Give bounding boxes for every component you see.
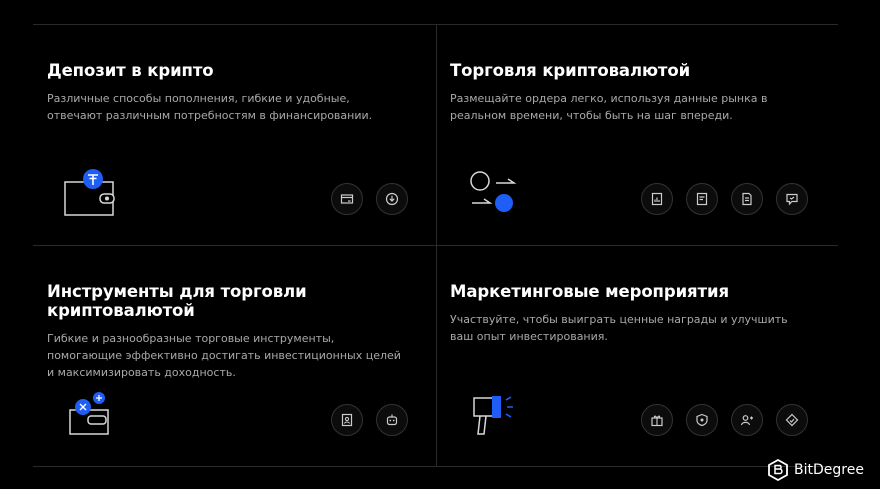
card-icon[interactable] (331, 183, 363, 215)
marketing-icon-row (641, 404, 808, 436)
add-user-icon[interactable] (731, 404, 763, 436)
note-icon[interactable] (686, 183, 718, 215)
user-document-icon[interactable] (331, 404, 363, 436)
card-description: Размещайте ордера легко, используя данны… (450, 92, 768, 122)
exchange-illustration (470, 170, 522, 219)
card-description: Различные способы пополнения, гибкие и у… (47, 92, 373, 122)
card-title: Инструменты для торговли криптовалютой (47, 282, 307, 320)
chart-document-icon[interactable] (641, 183, 673, 215)
deposit-card: Депозит в крипто Различные способы попол… (47, 61, 387, 124)
deposit-icon-row (331, 183, 408, 215)
bottom-divider (33, 466, 838, 467)
shield-badge-icon[interactable] (686, 404, 718, 436)
wallet-illustration (64, 166, 124, 223)
trading-card: Торговля криптовалютой Размещайте ордера… (450, 61, 810, 124)
bitdegree-logo-icon (768, 459, 788, 481)
tools-wallet-illustration (68, 390, 114, 441)
bitdegree-watermark: BitDegree (767, 459, 864, 481)
trading-tools-card: Инструменты для торговли криптовалютой Г… (47, 282, 407, 381)
card-title: Торговля криптовалютой (450, 61, 691, 80)
card-title: Маркетинговые мероприятия (450, 282, 729, 301)
brand-name: BitDegree (794, 462, 864, 478)
download-circle-icon[interactable] (376, 183, 408, 215)
megaphone-illustration (470, 392, 520, 443)
marketing-card: Маркетинговые мероприятия Участвуйте, чт… (450, 282, 810, 345)
vertical-divider (436, 24, 437, 466)
chat-icon[interactable] (776, 183, 808, 215)
card-title: Депозит в крипто (47, 61, 214, 80)
card-description: Гибкие и разнообразные торговые инструме… (47, 332, 401, 379)
card-description: Участвуйте, чтобы выиграть ценные наград… (450, 313, 788, 343)
document-icon[interactable] (731, 183, 763, 215)
robot-icon[interactable] (376, 404, 408, 436)
ticket-icon[interactable] (776, 404, 808, 436)
gift-icon[interactable] (641, 404, 673, 436)
tools-icon-row (331, 404, 408, 436)
trading-icon-row (641, 183, 808, 215)
